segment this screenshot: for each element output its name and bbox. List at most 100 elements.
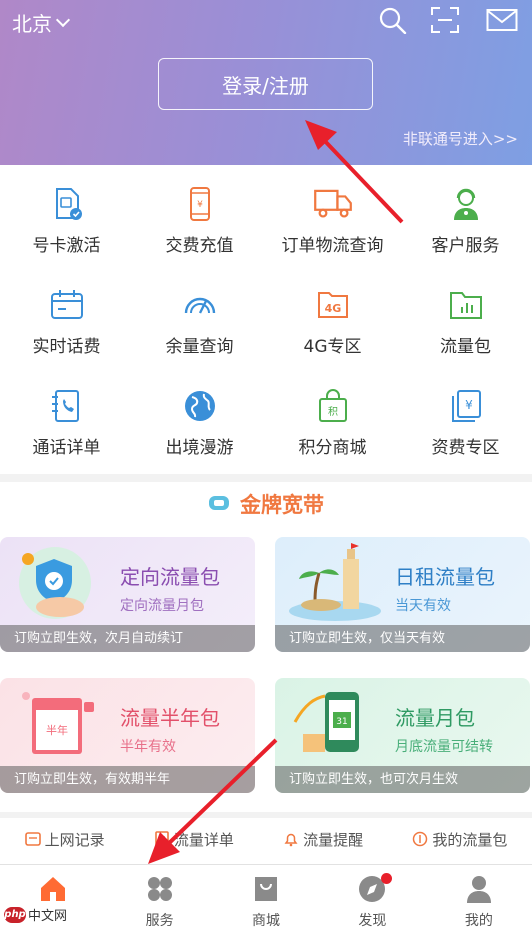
grid-item-label: 4G专区 <box>303 337 362 357</box>
grid-item-label: 积分商城 <box>298 438 367 458</box>
grid-item-sim-activation[interactable]: 号卡激活 <box>0 168 133 269</box>
grid-item-label: 资费专区 <box>431 438 500 458</box>
grid-item-realtime-bill[interactable]: 实时话费 <box>0 269 133 370</box>
notification-badge <box>381 873 393 884</box>
card-footer: 订购立即生效，有效期半年 <box>0 766 255 793</box>
grid-item-label: 订单物流查询 <box>281 236 384 256</box>
user-icon <box>466 876 491 903</box>
gauge-icon <box>184 297 215 314</box>
quick-link-my-data-package[interactable]: 我的流量包 <box>412 829 507 850</box>
quick-link-label: 流量提醒 <box>303 830 364 849</box>
card-title: 流量半年包 <box>120 706 220 730</box>
card-monthly-data[interactable]: 31 流量月包 月底流量可结转 订购立即生效，也可次月生效 <box>275 678 530 793</box>
tab-service[interactable]: 服务 <box>106 865 212 931</box>
svg-text:半年: 半年 <box>46 723 68 737</box>
tab-label: 发现 <box>358 913 387 929</box>
chevron-down-icon <box>55 12 71 28</box>
city-label: 北京 <box>12 12 52 36</box>
quick-link-browse-history[interactable]: 上网记录 <box>24 829 105 850</box>
quick-link-data-details[interactable]: 流量详单 <box>154 829 234 850</box>
card-footer: 订购立即生效，仅当天有效 <box>275 625 530 652</box>
search-icon[interactable] <box>378 6 408 34</box>
grid-item-4g-zone[interactable]: 4G 4G专区 <box>266 269 399 370</box>
card-subtitle: 月底流量可结转 <box>395 739 493 755</box>
grid-item-balance-query[interactable]: 余量查询 <box>133 269 266 370</box>
grid-item-roaming[interactable]: 出境漫游 <box>133 370 266 471</box>
card-title: 定向流量包 <box>120 565 220 589</box>
grid-item-label: 通话详单 <box>32 438 101 458</box>
quick-link-data-alert[interactable]: 流量提醒 <box>283 829 363 850</box>
mail-icon[interactable] <box>486 6 518 34</box>
grid-item-label: 流量包 <box>440 337 491 357</box>
grid-item-label: 余量查询 <box>165 337 234 357</box>
divider <box>0 812 532 818</box>
card-daily-data[interactable]: 日租流量包 当天有效 订购立即生效，仅当天有效 <box>275 537 530 652</box>
broadband-section-title[interactable]: 金牌宽带 <box>0 484 532 524</box>
tv-icon <box>209 496 229 510</box>
bottom-tab-bar: 服务 商城 发现 我的 <box>0 864 532 931</box>
quick-link-label: 我的流量包 <box>432 830 508 849</box>
card-half-year-data[interactable]: 半年 流量半年包 半年有效 订购立即生效，有效期半年 <box>0 678 255 793</box>
card-title: 流量月包 <box>395 706 475 730</box>
home-icon <box>41 877 66 901</box>
tab-mall[interactable]: 商城 <box>213 865 319 931</box>
bell-icon <box>284 833 298 847</box>
grid-item-label: 出境漫游 <box>165 438 234 458</box>
grid-item-tariff-zone[interactable]: ¥ 资费专区 <box>399 370 532 471</box>
grid-item-data-package[interactable]: 流量包 <box>399 269 532 370</box>
scan-icon[interactable] <box>430 6 460 34</box>
divider <box>0 474 532 482</box>
tab-label: 商城 <box>252 913 281 929</box>
grid-item-customer-service[interactable]: 客户服务 <box>399 168 532 269</box>
calendar-icon <box>50 290 83 319</box>
card-title: 日租流量包 <box>395 565 495 589</box>
grid-item-label: 客户服务 <box>431 236 500 256</box>
svg-text:4G: 4G <box>324 302 341 315</box>
service-grid: 号卡激活 ¥ 交费充值 订单物流查询 客户服务 实时话费 余量查询 4G 4G专… <box>0 168 532 471</box>
header-banner: 北京 登录/注册 非联通号进入>> <box>0 0 532 165</box>
watermark-text: 中文网 <box>28 909 68 924</box>
service-agent-icon <box>453 188 478 220</box>
shield-hand-illustration <box>19 547 91 619</box>
grid-item-call-details[interactable]: 通话详单 <box>0 370 133 471</box>
card-subtitle: 当天有效 <box>395 598 451 614</box>
card-footer: 订购立即生效，也可次月生效 <box>275 766 530 793</box>
grid-item-order-logistics[interactable]: 订单物流查询 <box>266 168 399 269</box>
login-register-button[interactable]: 登录/注册 <box>158 58 373 110</box>
yuan-card-icon: ¥ <box>451 390 481 422</box>
shopping-bag-icon: 积 <box>318 389 347 422</box>
card-subtitle: 半年有效 <box>120 739 176 755</box>
tab-label: 我的 <box>464 913 493 929</box>
city-selector[interactable]: 北京 <box>12 8 71 37</box>
svg-text:31: 31 <box>336 717 347 727</box>
card-directed-data[interactable]: 定向流量包 定向流量月包 订购立即生效，次月自动续订 <box>0 537 255 652</box>
svg-text:积: 积 <box>328 406 338 418</box>
svg-text:¥: ¥ <box>197 200 203 210</box>
svg-text:¥: ¥ <box>465 398 473 412</box>
phone-pay-icon: ¥ <box>189 187 210 221</box>
tab-label: 服务 <box>145 913 174 929</box>
grid-item-label: 交费充值 <box>165 236 234 256</box>
globe-icon <box>184 391 215 421</box>
tab-mine[interactable]: 我的 <box>426 865 532 931</box>
watermark-logo: php <box>4 906 26 923</box>
tab-discover[interactable]: 发现 <box>319 865 425 931</box>
calendar-half-year-illustration: 半年 <box>22 692 94 754</box>
package-icon <box>413 831 428 847</box>
quick-link-label: 上网记录 <box>44 830 105 849</box>
quick-link-label: 流量详单 <box>173 830 234 849</box>
folder-chart-icon <box>449 292 482 319</box>
list-icon <box>155 831 169 847</box>
phone-calendar-illustration: 31 <box>293 692 359 752</box>
truck-icon <box>313 189 352 218</box>
grid-item-payment[interactable]: ¥ 交费充值 <box>133 168 266 269</box>
non-unicom-link[interactable]: 非联通号进入>> <box>403 128 518 149</box>
grid-item-label: 号卡激活 <box>32 236 101 256</box>
quick-links: 上网记录 流量详单 流量提醒 我的流量包 <box>0 822 532 856</box>
section-title-text: 金牌宽带 <box>240 493 324 517</box>
call-list-icon <box>51 390 79 422</box>
island-tower-illustration <box>289 543 381 621</box>
card-subtitle: 定向流量月包 <box>120 598 204 614</box>
card-footer: 订购立即生效，次月自动续订 <box>0 625 255 652</box>
grid-item-points-mall[interactable]: 积 积分商城 <box>266 370 399 471</box>
